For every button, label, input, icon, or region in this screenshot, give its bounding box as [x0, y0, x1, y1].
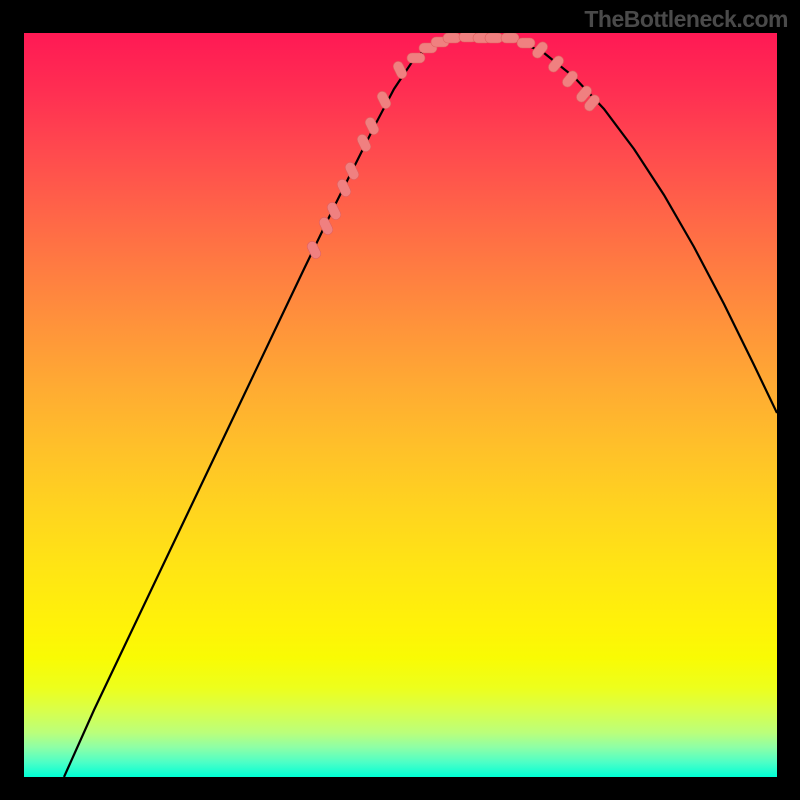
marker-pill [336, 178, 353, 199]
chart-svg [24, 33, 777, 777]
marker-pill [443, 33, 461, 43]
marker-pill [560, 69, 579, 89]
plot-area [24, 33, 777, 777]
curve-line [64, 37, 777, 777]
marker-pill [517, 38, 535, 48]
marker-pill [407, 53, 425, 63]
marker-group [306, 33, 602, 260]
marker-pill [501, 33, 519, 43]
marker-pill [318, 216, 335, 237]
marker-pill [306, 240, 323, 261]
marker-pill [376, 90, 393, 111]
marker-pill [344, 161, 361, 182]
attribution-text: TheBottleneck.com [584, 6, 788, 33]
curve-path [64, 37, 777, 777]
marker-pill [485, 33, 503, 43]
